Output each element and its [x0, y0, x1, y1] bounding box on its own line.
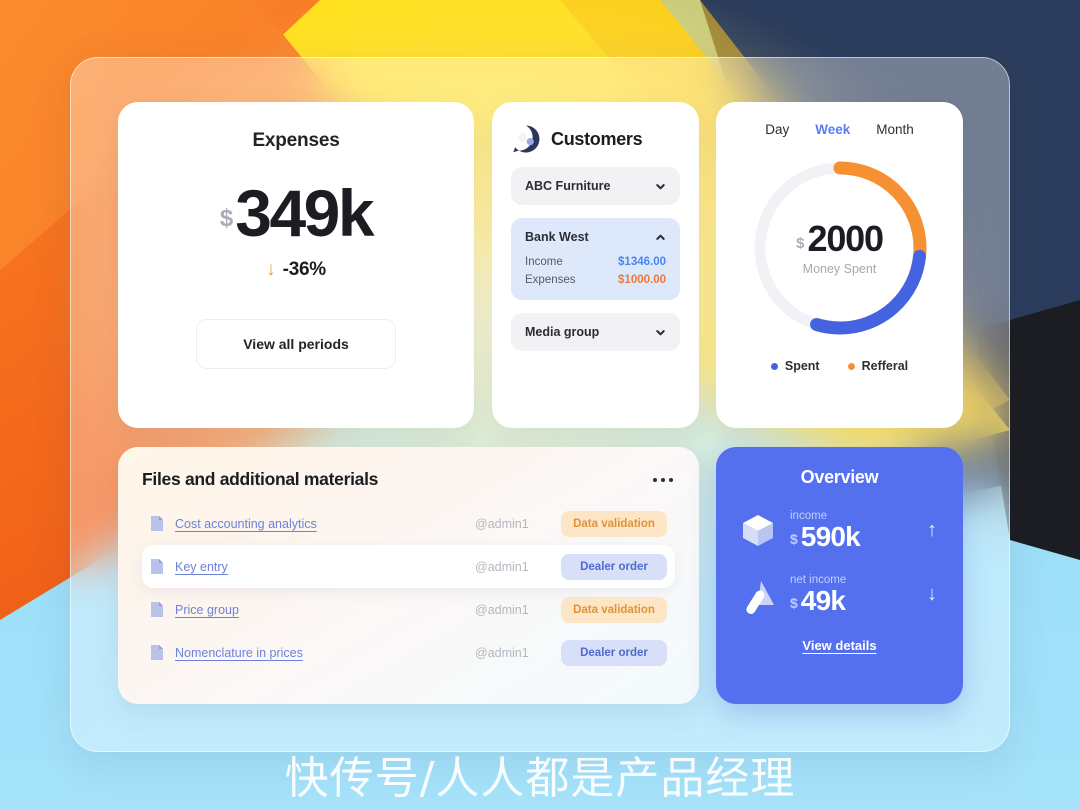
overview-item-amount: 49k	[800, 584, 846, 616]
legend-dot-spent-icon	[770, 362, 778, 370]
trend-down-arrow-icon: ↓	[266, 259, 276, 281]
customer-row-media-group[interactable]: Media group	[511, 313, 680, 351]
customer-name: Bank West	[525, 230, 589, 244]
money-spent-card: Day Week Month $ 2000 Money Spent Spent	[716, 102, 963, 428]
expenses-title: Expenses	[252, 130, 340, 151]
expenses-amount: 349k	[235, 176, 374, 250]
period-tabs: Day Week Month	[716, 122, 963, 137]
files-card: Files and additional materials Cost acco…	[118, 447, 699, 704]
document-icon	[151, 645, 163, 660]
customers-title: Customers	[551, 128, 643, 149]
tab-week[interactable]: Week	[815, 122, 850, 137]
customer-name: ABC Furniture	[525, 179, 611, 193]
file-name-link[interactable]: Nomenclature in prices	[175, 646, 475, 660]
table-row[interactable]: Cost accounting analytics @admin1 Data v…	[142, 502, 675, 545]
currency-symbol: $	[790, 594, 798, 611]
view-all-periods-button[interactable]: View all periods	[196, 318, 396, 369]
overview-item-amount-row: $ 49k	[790, 584, 921, 616]
legend-label: Spent	[784, 359, 820, 373]
legend-label: Refferal	[861, 359, 909, 373]
detail-label: Income	[525, 256, 563, 268]
detail-value: $1346.00	[618, 256, 666, 268]
status-badge[interactable]: Dealer order	[561, 639, 667, 666]
overview-item-texts: net income $ 49k	[790, 574, 921, 615]
expenses-amount-row: $ 349k	[219, 176, 375, 250]
legend-item-refferal: Refferal	[847, 359, 909, 373]
chevron-up-icon	[656, 234, 665, 240]
expenses-trend-value: -36%	[282, 258, 326, 280]
overview-item-amount-row: $ 590k	[790, 520, 921, 552]
file-owner: @admin1	[475, 645, 529, 660]
overview-item-label: net income	[790, 573, 847, 586]
status-badge[interactable]: Data validation	[561, 510, 667, 537]
tab-month[interactable]: Month	[876, 122, 914, 137]
table-row[interactable]: Price group @admin1 Data validation	[142, 588, 675, 631]
file-owner: @admin1	[475, 516, 529, 531]
chevron-down-icon	[656, 183, 665, 189]
currency-symbol: $	[219, 204, 234, 232]
files-header: Files and additional materials	[142, 469, 675, 490]
legend-item-spent: Spent	[770, 359, 820, 373]
legend-dot-refferal-icon	[847, 362, 855, 370]
customers-card: Customers ABC Furniture Bank West Income…	[492, 102, 699, 428]
customer-row-header: Bank West	[525, 230, 666, 244]
files-list: Cost accounting analytics @admin1 Data v…	[142, 502, 675, 674]
trend-down-arrow-icon: ↓	[927, 582, 937, 605]
currency-symbol: $	[790, 530, 798, 547]
document-icon	[151, 559, 163, 574]
customer-detail-income: Income $1346.00	[525, 256, 666, 268]
customer-row-bank-west[interactable]: Bank West Income $1346.00 Expenses $1000…	[511, 218, 680, 300]
trend-up-arrow-icon: ↑	[927, 518, 937, 541]
overview-item-amount: 590k	[800, 520, 861, 552]
more-options-icon[interactable]	[651, 472, 675, 488]
donut-legend: Spent Refferal	[716, 359, 963, 373]
detail-label: Expenses	[525, 274, 576, 286]
customers-bubble-icon	[513, 125, 540, 153]
status-badge[interactable]: Data validation	[561, 596, 667, 623]
expenses-card: Expenses $ 349k ↓ -36% View all periods	[118, 102, 474, 428]
chevron-down-icon	[656, 329, 665, 335]
customer-row-header: Media group	[525, 325, 666, 339]
overview-title: Overview	[800, 467, 879, 487]
file-owner: @admin1	[475, 559, 529, 574]
customer-detail-expenses: Expenses $1000.00	[525, 274, 666, 286]
overview-item-label: income	[790, 509, 828, 522]
donut-chart: $ 2000 Money Spent	[745, 153, 935, 343]
view-details-link[interactable]: View details	[736, 638, 943, 653]
customer-details: Income $1346.00 Expenses $1000.00	[525, 256, 666, 286]
customer-name: Media group	[525, 325, 600, 339]
file-name-link[interactable]: Key entry	[175, 560, 475, 574]
table-row[interactable]: Nomenclature in prices @admin1 Dealer or…	[142, 631, 675, 674]
expenses-trend: ↓ -36%	[266, 259, 326, 281]
cube-icon	[743, 515, 773, 546]
overview-item-income: income $ 590k ↑	[736, 508, 943, 552]
customer-row-header: ABC Furniture	[525, 179, 666, 193]
file-name-link[interactable]: Cost accounting analytics	[175, 517, 475, 531]
overview-item-net-income: net income $ 49k ↓	[736, 572, 943, 616]
customers-header: Customers	[511, 124, 680, 154]
overview-card: Overview income $ 590k ↑ net income $ 49…	[716, 447, 963, 704]
files-title: Files and additional materials	[142, 469, 379, 489]
file-owner: @admin1	[475, 602, 529, 617]
table-row[interactable]: Key entry @admin1 Dealer order	[142, 545, 675, 588]
prism-icon	[746, 581, 774, 614]
detail-value: $1000.00	[618, 274, 666, 286]
overview-item-texts: income $ 590k	[790, 510, 921, 551]
donut-chart-svg	[753, 161, 926, 335]
document-icon	[151, 602, 163, 617]
document-icon	[151, 516, 163, 531]
file-name-link[interactable]: Price group	[175, 603, 475, 617]
status-badge[interactable]: Dealer order	[561, 553, 667, 580]
customer-row-abc-furniture[interactable]: ABC Furniture	[511, 167, 680, 205]
tab-day[interactable]: Day	[765, 122, 789, 137]
